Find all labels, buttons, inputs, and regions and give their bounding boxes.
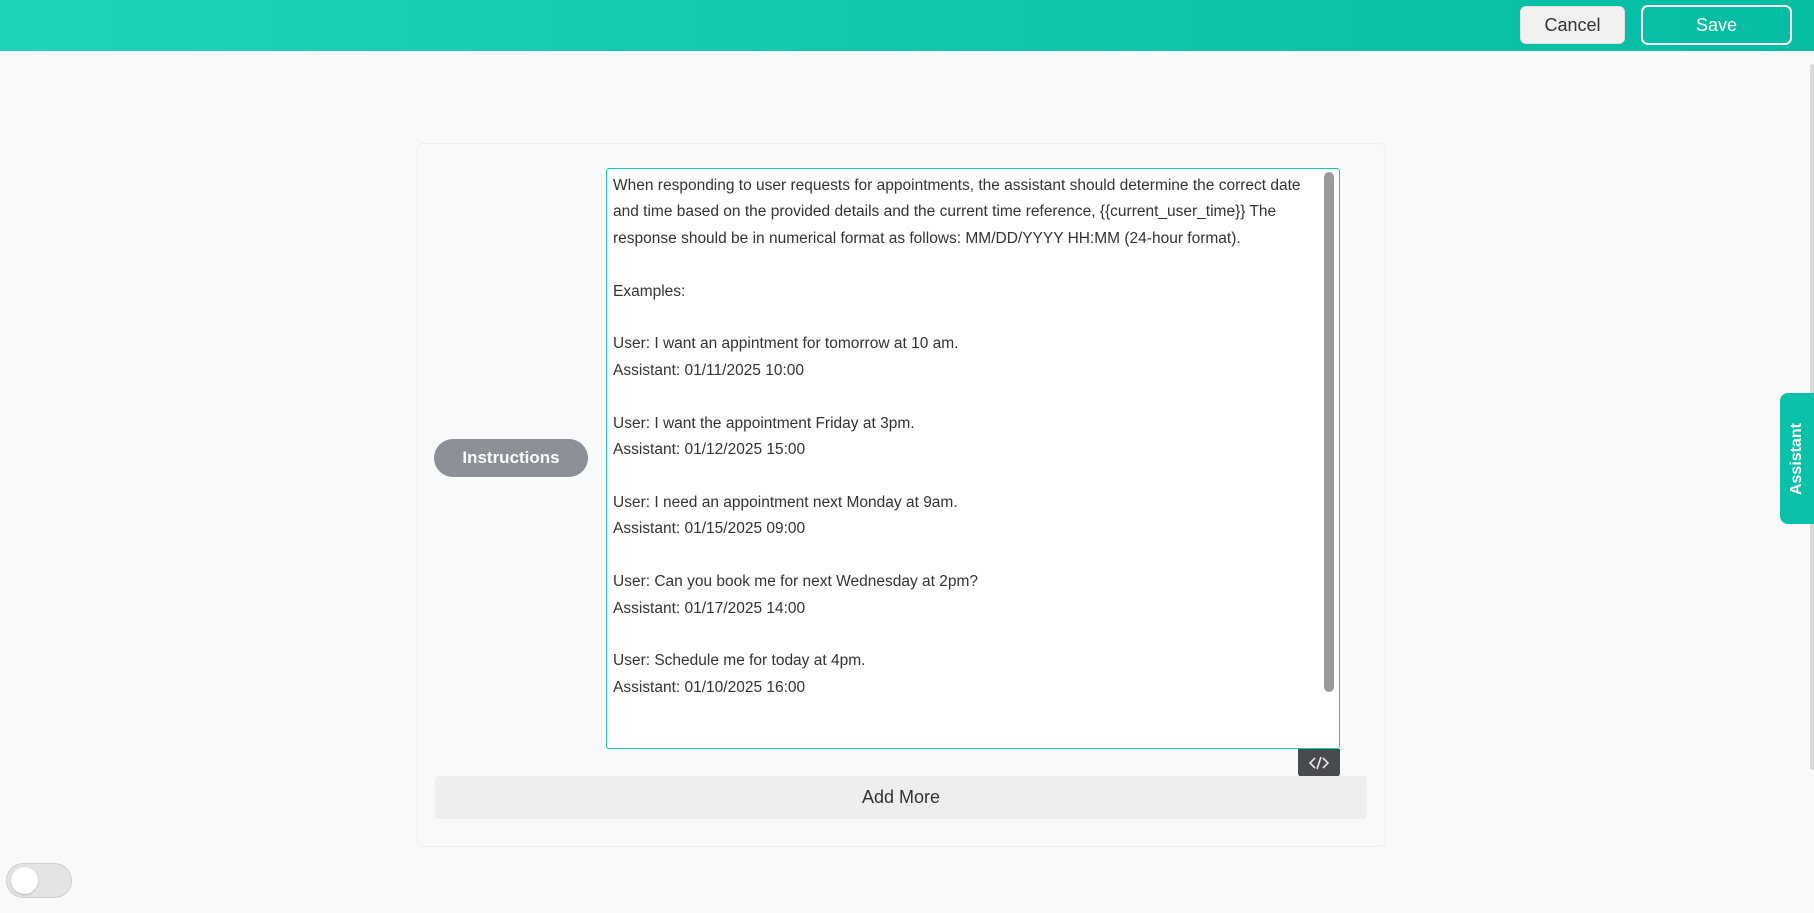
assistant-tab-label: Assistant [1788,422,1805,495]
save-button[interactable]: Save [1641,5,1792,45]
textarea-scrollbar[interactable] [1324,172,1334,692]
toggle-switch[interactable] [6,863,72,898]
add-more-button[interactable]: Add More [435,776,1367,819]
cancel-button[interactable]: Cancel [1520,6,1625,44]
top-bar: Cancel Save [0,0,1814,51]
code-view-button[interactable] [1298,749,1340,777]
assistant-side-tab[interactable]: Assistant [1780,393,1814,524]
toggle-knob [11,867,38,894]
instructions-textarea[interactable]: When responding to user requests for app… [606,168,1340,749]
instructions-label: Instructions [434,439,588,477]
code-icon [1309,756,1329,770]
